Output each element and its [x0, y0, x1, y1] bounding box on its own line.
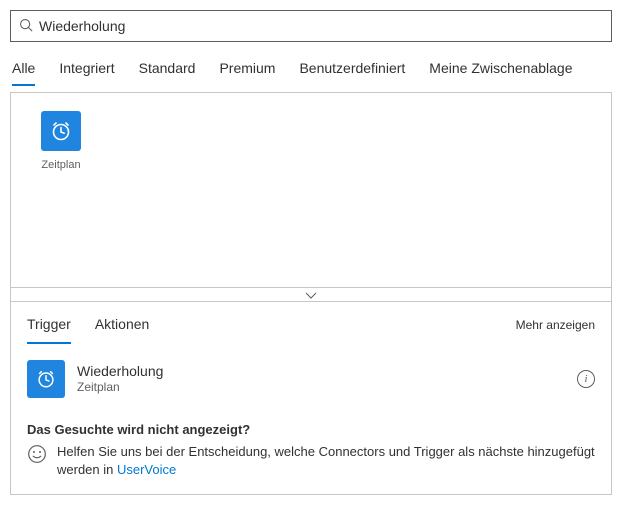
- info-icon[interactable]: i: [577, 370, 595, 388]
- tab-builtin[interactable]: Integriert: [59, 56, 114, 86]
- tab-clipboard[interactable]: Meine Zwischenablage: [429, 56, 572, 86]
- footer-text: Helfen Sie uns bei der Entscheidung, wel…: [57, 443, 595, 478]
- chevron-down-icon: [305, 287, 317, 303]
- clock-icon: [41, 111, 81, 151]
- connector-zeitplan[interactable]: Zeitplan: [31, 111, 91, 171]
- tab-standard[interactable]: Standard: [139, 56, 196, 86]
- search-input[interactable]: [39, 18, 603, 34]
- show-more-link[interactable]: Mehr anzeigen: [516, 316, 595, 332]
- sub-tabs: Trigger Aktionen: [27, 316, 149, 344]
- trigger-title: Wiederholung: [77, 362, 565, 380]
- smiley-icon: [27, 444, 47, 464]
- tab-premium[interactable]: Premium: [219, 56, 275, 86]
- expand-toggle[interactable]: [10, 288, 612, 302]
- subtab-trigger[interactable]: Trigger: [27, 316, 71, 344]
- uservoice-link[interactable]: UserVoice: [117, 462, 176, 477]
- trigger-item-wiederholung[interactable]: Wiederholung Zeitplan i: [27, 358, 595, 400]
- trigger-subtitle: Zeitplan: [77, 380, 565, 396]
- category-tabs: Alle Integriert Standard Premium Benutze…: [10, 56, 612, 86]
- footer-heading: Das Gesuchte wird nicht angezeigt?: [27, 422, 595, 437]
- subtab-actions[interactable]: Aktionen: [95, 316, 149, 344]
- details-panel: Trigger Aktionen Mehr anzeigen Wiederhol…: [10, 302, 612, 495]
- tab-custom[interactable]: Benutzerdefiniert: [299, 56, 405, 86]
- search-box[interactable]: [10, 10, 612, 42]
- search-icon: [19, 18, 33, 35]
- trigger-text: Wiederholung Zeitplan: [77, 362, 565, 396]
- connector-label: Zeitplan: [41, 159, 80, 171]
- clock-icon: [27, 360, 65, 398]
- tab-all[interactable]: Alle: [12, 56, 35, 86]
- connectors-panel: Zeitplan: [10, 92, 612, 288]
- footer-block: Das Gesuchte wird nicht angezeigt? Helfe…: [27, 422, 595, 478]
